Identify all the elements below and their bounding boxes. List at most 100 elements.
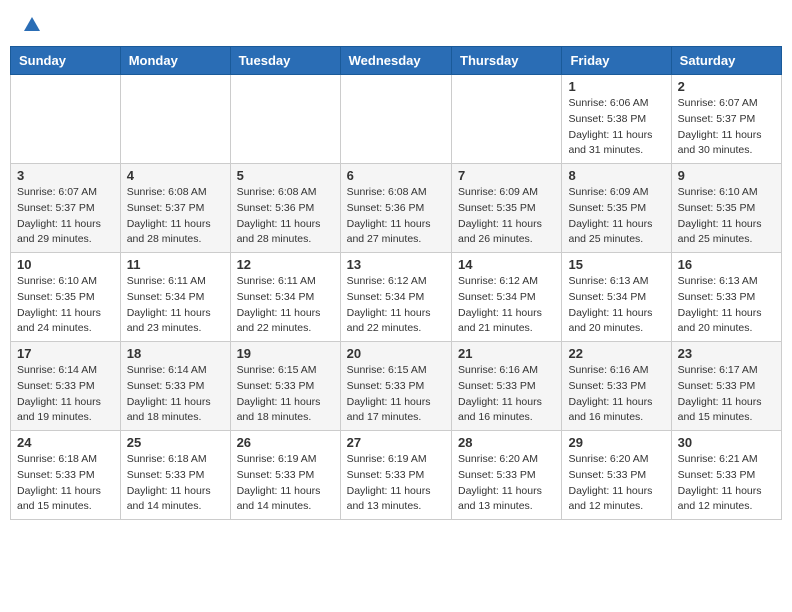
calendar-cell: 30 Sunrise: 6:21 AM Sunset: 5:33 PM Dayli…: [671, 431, 781, 520]
day-info: Sunrise: 6:16 AM Sunset: 5:33 PM Dayligh…: [568, 363, 664, 426]
day-info: Sunrise: 6:10 AM Sunset: 5:35 PM Dayligh…: [678, 185, 775, 248]
calendar-week-row: 3Sunrise: 6:07 AM Sunset: 5:37 PM Daylig…: [11, 164, 782, 253]
calendar-cell: 17 Sunrise: 6:14 AM Sunset: 5:33 PM Dayli…: [11, 342, 121, 431]
calendar-cell: 15Sunrise: 6:13 AM Sunset: 5:34 PM Dayli…: [562, 253, 671, 342]
day-number: 19: [237, 346, 334, 361]
calendar-cell: [452, 75, 562, 164]
calendar-week-row: 17 Sunrise: 6:14 AM Sunset: 5:33 PM Dayli…: [11, 342, 782, 431]
day-number: 8: [568, 168, 664, 183]
day-info: Sunrise: 6:07 AM Sunset: 5:37 PM Dayligh…: [678, 96, 775, 159]
day-info: Sunrise: 6:17 AM Sunset: 5:33 PM Dayligh…: [678, 363, 775, 426]
calendar-cell: 19 Sunrise: 6:15 AM Sunset: 5:33 PM Dayli…: [230, 342, 340, 431]
day-number: 28: [458, 435, 555, 450]
calendar-cell: 5 Sunrise: 6:08 AM Sunset: 5:36 PM Daylig…: [230, 164, 340, 253]
calendar-cell: 1Sunrise: 6:06 AM Sunset: 5:38 PM Daylig…: [562, 75, 671, 164]
calendar-cell: 8 Sunrise: 6:09 AM Sunset: 5:35 PM Daylig…: [562, 164, 671, 253]
calendar-header-friday: Friday: [562, 47, 671, 75]
calendar-cell: 18Sunrise: 6:14 AM Sunset: 5:33 PM Dayli…: [120, 342, 230, 431]
day-info: Sunrise: 6:11 AM Sunset: 5:34 PM Dayligh…: [237, 274, 334, 337]
calendar-header-row: SundayMondayTuesdayWednesdayThursdayFrid…: [11, 47, 782, 75]
calendar-week-row: 24 Sunrise: 6:18 AM Sunset: 5:33 PM Dayli…: [11, 431, 782, 520]
day-info: Sunrise: 6:08 AM Sunset: 5:36 PM Dayligh…: [237, 185, 334, 248]
day-info: Sunrise: 6:19 AM Sunset: 5:33 PM Dayligh…: [347, 452, 445, 515]
day-info: Sunrise: 6:15 AM Sunset: 5:33 PM Dayligh…: [237, 363, 334, 426]
day-info: Sunrise: 6:14 AM Sunset: 5:33 PM Dayligh…: [17, 363, 114, 426]
day-info: Sunrise: 6:18 AM Sunset: 5:33 PM Dayligh…: [127, 452, 224, 515]
calendar-cell: [230, 75, 340, 164]
day-info: Sunrise: 6:20 AM Sunset: 5:33 PM Dayligh…: [568, 452, 664, 515]
calendar-cell: [11, 75, 121, 164]
calendar-header-sunday: Sunday: [11, 47, 121, 75]
day-number: 6: [347, 168, 445, 183]
day-number: 22: [568, 346, 664, 361]
day-info: Sunrise: 6:15 AM Sunset: 5:33 PM Dayligh…: [347, 363, 445, 426]
day-number: 21: [458, 346, 555, 361]
day-number: 20: [347, 346, 445, 361]
day-number: 29: [568, 435, 664, 450]
day-info: Sunrise: 6:11 AM Sunset: 5:34 PM Dayligh…: [127, 274, 224, 337]
logo-icon: [22, 15, 42, 35]
calendar-week-row: 1Sunrise: 6:06 AM Sunset: 5:38 PM Daylig…: [11, 75, 782, 164]
day-number: 4: [127, 168, 224, 183]
day-number: 9: [678, 168, 775, 183]
calendar-cell: [340, 75, 451, 164]
calendar-cell: 20 Sunrise: 6:15 AM Sunset: 5:33 PM Dayli…: [340, 342, 451, 431]
day-number: 15: [568, 257, 664, 272]
calendar-cell: 23 Sunrise: 6:17 AM Sunset: 5:33 PM Dayli…: [671, 342, 781, 431]
day-number: 1: [568, 79, 664, 94]
day-number: 10: [17, 257, 114, 272]
day-info: Sunrise: 6:16 AM Sunset: 5:33 PM Dayligh…: [458, 363, 555, 426]
calendar-cell: 25 Sunrise: 6:18 AM Sunset: 5:33 PM Dayli…: [120, 431, 230, 520]
day-info: Sunrise: 6:08 AM Sunset: 5:36 PM Dayligh…: [347, 185, 445, 248]
calendar-cell: 13Sunrise: 6:12 AM Sunset: 5:34 PM Dayli…: [340, 253, 451, 342]
day-info: Sunrise: 6:19 AM Sunset: 5:33 PM Dayligh…: [237, 452, 334, 515]
day-number: 23: [678, 346, 775, 361]
calendar-cell: 14 Sunrise: 6:12 AM Sunset: 5:34 PM Dayli…: [452, 253, 562, 342]
calendar-cell: 21 Sunrise: 6:16 AM Sunset: 5:33 PM Dayli…: [452, 342, 562, 431]
calendar-cell: 24 Sunrise: 6:18 AM Sunset: 5:33 PM Dayli…: [11, 431, 121, 520]
day-info: Sunrise: 6:18 AM Sunset: 5:33 PM Dayligh…: [17, 452, 114, 515]
day-info: Sunrise: 6:12 AM Sunset: 5:34 PM Dayligh…: [458, 274, 555, 337]
day-number: 5: [237, 168, 334, 183]
day-info: Sunrise: 6:09 AM Sunset: 5:35 PM Dayligh…: [458, 185, 555, 248]
calendar-cell: [120, 75, 230, 164]
day-number: 14: [458, 257, 555, 272]
calendar-header-thursday: Thursday: [452, 47, 562, 75]
day-number: 26: [237, 435, 334, 450]
day-info: Sunrise: 6:21 AM Sunset: 5:33 PM Dayligh…: [678, 452, 775, 515]
day-info: Sunrise: 6:09 AM Sunset: 5:35 PM Dayligh…: [568, 185, 664, 248]
day-number: 13: [347, 257, 445, 272]
day-info: Sunrise: 6:08 AM Sunset: 5:37 PM Dayligh…: [127, 185, 224, 248]
day-number: 24: [17, 435, 114, 450]
calendar-cell: 3Sunrise: 6:07 AM Sunset: 5:37 PM Daylig…: [11, 164, 121, 253]
day-number: 27: [347, 435, 445, 450]
calendar-cell: 10 Sunrise: 6:10 AM Sunset: 5:35 PM Dayli…: [11, 253, 121, 342]
calendar-header-wednesday: Wednesday: [340, 47, 451, 75]
calendar-cell: 12Sunrise: 6:11 AM Sunset: 5:34 PM Dayli…: [230, 253, 340, 342]
calendar-cell: 29 Sunrise: 6:20 AM Sunset: 5:33 PM Dayli…: [562, 431, 671, 520]
calendar-header-tuesday: Tuesday: [230, 47, 340, 75]
day-number: 7: [458, 168, 555, 183]
calendar-cell: 28 Sunrise: 6:20 AM Sunset: 5:33 PM Dayli…: [452, 431, 562, 520]
day-number: 30: [678, 435, 775, 450]
day-number: 17: [17, 346, 114, 361]
day-info: Sunrise: 6:10 AM Sunset: 5:35 PM Dayligh…: [17, 274, 114, 337]
logo: [20, 15, 42, 31]
day-number: 2: [678, 79, 775, 94]
day-number: 11: [127, 257, 224, 272]
day-info: Sunrise: 6:07 AM Sunset: 5:37 PM Dayligh…: [17, 185, 114, 248]
calendar-table: SundayMondayTuesdayWednesdayThursdayFrid…: [10, 46, 782, 520]
day-info: Sunrise: 6:20 AM Sunset: 5:33 PM Dayligh…: [458, 452, 555, 515]
day-number: 25: [127, 435, 224, 450]
day-number: 16: [678, 257, 775, 272]
calendar-week-row: 10 Sunrise: 6:10 AM Sunset: 5:35 PM Dayli…: [11, 253, 782, 342]
day-info: Sunrise: 6:13 AM Sunset: 5:33 PM Dayligh…: [678, 274, 775, 337]
page-header: [10, 10, 782, 36]
calendar-cell: 9 Sunrise: 6:10 AM Sunset: 5:35 PM Daylig…: [671, 164, 781, 253]
calendar-cell: 7 Sunrise: 6:09 AM Sunset: 5:35 PM Daylig…: [452, 164, 562, 253]
calendar-cell: 16 Sunrise: 6:13 AM Sunset: 5:33 PM Dayli…: [671, 253, 781, 342]
calendar-cell: 26 Sunrise: 6:19 AM Sunset: 5:33 PM Dayli…: [230, 431, 340, 520]
calendar-cell: 6 Sunrise: 6:08 AM Sunset: 5:36 PM Daylig…: [340, 164, 451, 253]
day-info: Sunrise: 6:14 AM Sunset: 5:33 PM Dayligh…: [127, 363, 224, 426]
calendar-cell: 4 Sunrise: 6:08 AM Sunset: 5:37 PM Daylig…: [120, 164, 230, 253]
